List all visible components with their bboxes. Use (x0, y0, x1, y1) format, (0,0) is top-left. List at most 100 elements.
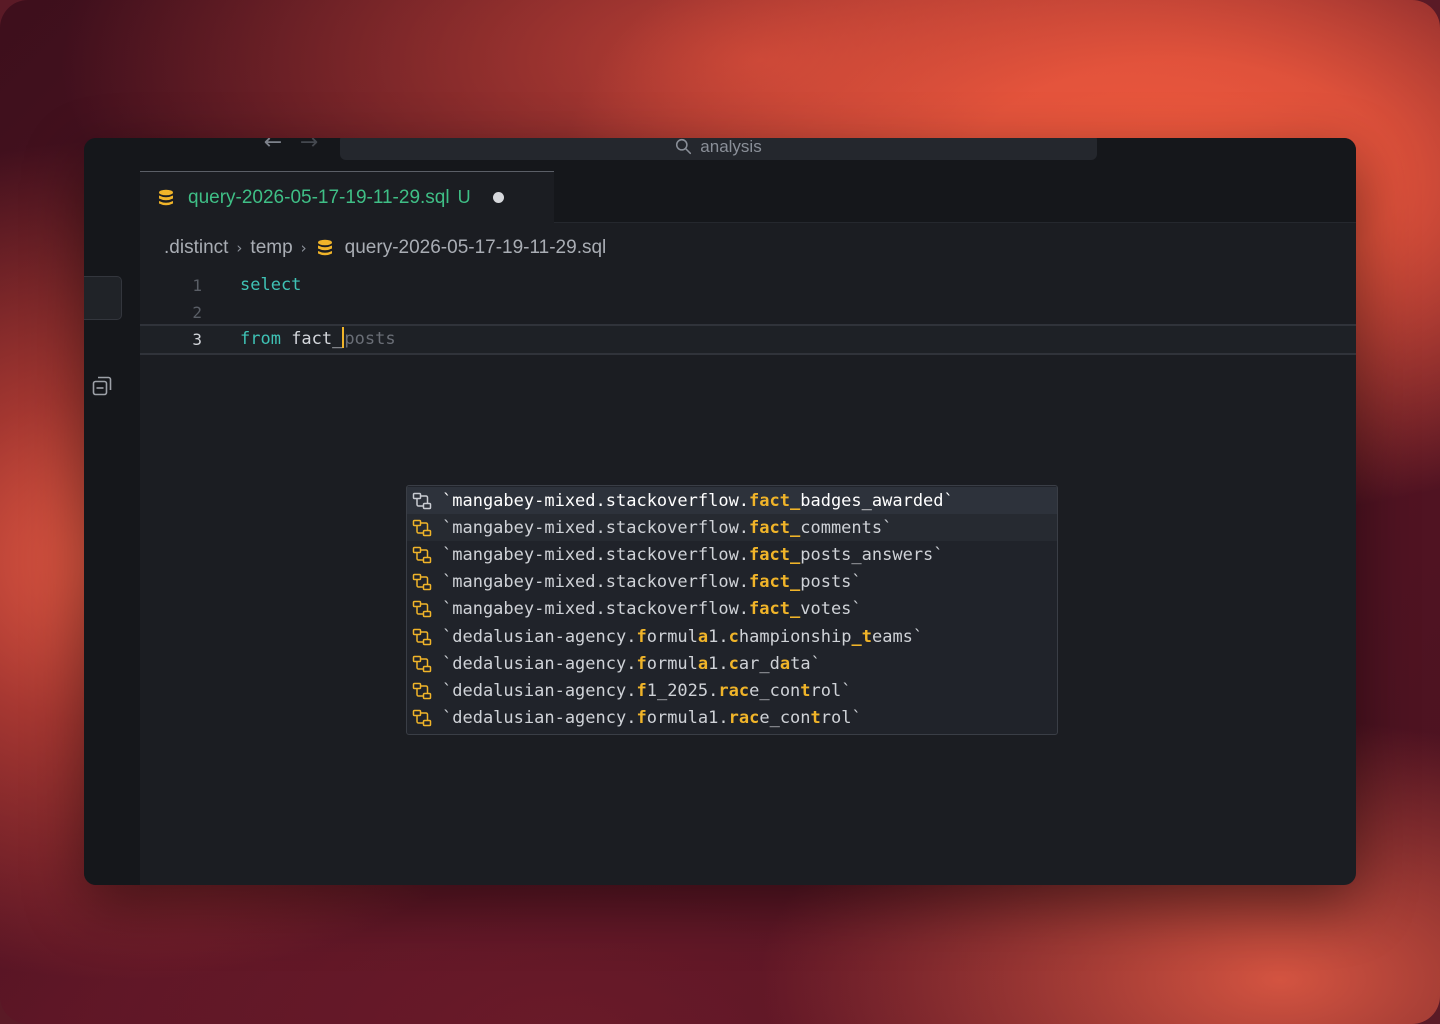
autocomplete-item-label: `mangabey-mixed.stackoverflow.fact_comme… (442, 518, 892, 538)
match-highlight: _t (851, 626, 872, 647)
line-number: 3 (192, 330, 202, 349)
table-relation-icon (412, 519, 432, 537)
tab-title: query-2026-05-17-19-11-29.sql (188, 186, 450, 208)
match-highlight: a (697, 626, 709, 647)
label-segment: badges_awarded` (800, 490, 954, 511)
match-highlight: c (728, 653, 739, 674)
database-icon (317, 239, 332, 256)
table-relation-icon (412, 492, 432, 509)
label-segment: `dedalusian-agency. (442, 626, 637, 647)
autocomplete-item-label: `dedalusian-agency.formula1.car_data` (442, 654, 821, 674)
autocomplete-item[interactable]: `dedalusian-agency.f1_2025.race_control` (407, 677, 1057, 704)
match-highlight: ac (728, 680, 750, 701)
editor-line-current: 3 from fact_ posts (140, 324, 1356, 355)
label-segment: posts` (800, 572, 862, 593)
table-relation-icon (412, 573, 432, 591)
match-highlight: fact_ (749, 490, 801, 511)
match-highlight: a (697, 653, 709, 674)
activity-item-active[interactable] (84, 276, 122, 320)
autocomplete-item[interactable]: `dedalusian-agency.formula1.car_data` (407, 650, 1057, 677)
match-highlight: a (779, 653, 791, 674)
label-segment: 1. (708, 653, 729, 674)
sql-keyword: from (240, 329, 281, 349)
command-search-bar[interactable]: analysis (340, 138, 1097, 160)
autocomplete-item[interactable]: `dedalusian-agency.formula1.championship… (407, 623, 1057, 650)
breadcrumb-item-temp[interactable]: temp (250, 237, 292, 259)
label-segment: eams` (871, 626, 924, 647)
match-highlight: fact_ (749, 572, 801, 593)
autocomplete-item-label: `mangabey-mixed.stackoverflow.fact_posts… (442, 545, 944, 565)
match-highlight: f (636, 653, 647, 674)
label-segment: posts_answers` (800, 544, 944, 565)
chevron-right-icon: › (300, 239, 307, 257)
match-highlight: f (636, 680, 647, 701)
breadcrumb: .distinct › temp › query-2026-05-17-19-1… (164, 236, 606, 260)
table-relation-icon (412, 546, 432, 564)
autocomplete-item[interactable]: `mangabey-mixed.stackoverflow.fact_comme… (407, 514, 1057, 542)
code-editor[interactable]: 1 select 2 3 from fact_ posts `mangabey-m… (140, 268, 1356, 885)
match-highlight: f (636, 708, 647, 729)
autocomplete-item[interactable]: `mangabey-mixed.stackoverflow.fact_posts… (407, 569, 1057, 596)
label-segment: `dedalusian-agency. (442, 653, 637, 674)
label-segment: `mangabey-mixed.stackoverflow. (442, 599, 750, 620)
label-segment: rol` (820, 708, 862, 729)
label-segment: e_con (759, 708, 811, 729)
label-segment: rol` (810, 680, 852, 701)
autocomplete-dropdown: `mangabey-mixed.stackoverflow.fact_badge… (406, 485, 1058, 735)
table-relation-icon (412, 601, 432, 618)
label-segment: `dedalusian-agency. (442, 680, 637, 701)
sql-keyword: select (240, 275, 302, 295)
chevron-right-icon: › (236, 239, 243, 257)
match-highlight: r (718, 680, 729, 701)
match-highlight: fact_ (749, 599, 801, 620)
label-segment: `mangabey-mixed.stackoverflow. (442, 517, 750, 538)
label-segment: ta` (790, 653, 821, 674)
command-search-text: analysis (700, 138, 762, 156)
match-highlight: c (728, 626, 739, 647)
line-code[interactable]: from fact_ posts (240, 326, 396, 353)
match-highlight: fact_ (749, 544, 801, 565)
editor-line: 2 (140, 299, 1356, 326)
tab-bar: query-2026-05-17-19-11-29.sql U (140, 171, 1356, 223)
label-segment: `mangabey-mixed.stackoverflow. (442, 544, 750, 565)
breadcrumb-item-distinct[interactable]: .distinct (164, 237, 228, 259)
tab-query-file[interactable]: query-2026-05-17-19-11-29.sql U (140, 171, 554, 223)
label-segment: ormula1. (646, 708, 729, 729)
editor-window: ← → analysis query-2026-05-17-19-11-29.s… (84, 138, 1356, 885)
label-segment: ormul (646, 653, 698, 674)
autocomplete-item[interactable]: `mangabey-mixed.stackoverflow.fact_posts… (407, 541, 1057, 568)
database-icon (159, 189, 173, 205)
arrow-left-icon[interactable]: ← (261, 138, 285, 154)
autocomplete-item-label: `dedalusian-agency.formula1.championship… (442, 627, 923, 647)
label-segment: 1. (708, 626, 729, 647)
autocomplete-item[interactable]: `mangabey-mixed.stackoverflow.fact_badge… (407, 487, 1057, 515)
autocomplete-item-label: `mangabey-mixed.stackoverflow.fact_posts… (442, 572, 862, 592)
autocomplete-item-label: `mangabey-mixed.stackoverflow.fact_badge… (442, 491, 954, 511)
table-relation-icon (412, 682, 432, 700)
table-relation-icon (412, 628, 432, 645)
label-segment: ar_d (738, 653, 780, 674)
autocomplete-item[interactable]: `mangabey-mixed.stackoverflow.fact_votes… (407, 596, 1057, 623)
label-segment: hampionship (738, 626, 852, 647)
typed-text: fact_ (280, 329, 343, 349)
arrow-right-icon[interactable]: → (297, 138, 321, 154)
title-bar: ← → analysis (84, 138, 1356, 171)
label-segment: votes` (800, 599, 862, 620)
autocomplete-item[interactable]: `dedalusian-agency.formula1.race_control… (407, 705, 1057, 732)
unsaved-dot-icon[interactable] (492, 192, 504, 203)
line-number: 2 (192, 303, 202, 322)
table-relation-icon (412, 709, 432, 727)
line-code[interactable]: select (240, 272, 301, 299)
match-highlight: t (810, 708, 821, 729)
match-highlight: fact_ (749, 517, 801, 538)
label-segment: `mangabey-mixed.stackoverflow. (442, 572, 750, 593)
activity-bar (84, 171, 140, 885)
label-segment: ormul (646, 626, 698, 647)
collapse-panels-icon[interactable] (90, 374, 114, 398)
label-segment: 1_2025. (646, 680, 719, 701)
match-highlight: t (800, 680, 811, 701)
match-highlight: ac (738, 708, 760, 729)
inline-suggestion: posts (344, 329, 396, 349)
breadcrumb-item-file[interactable]: query-2026-05-17-19-11-29.sql (345, 237, 607, 259)
match-highlight: f (636, 626, 647, 647)
